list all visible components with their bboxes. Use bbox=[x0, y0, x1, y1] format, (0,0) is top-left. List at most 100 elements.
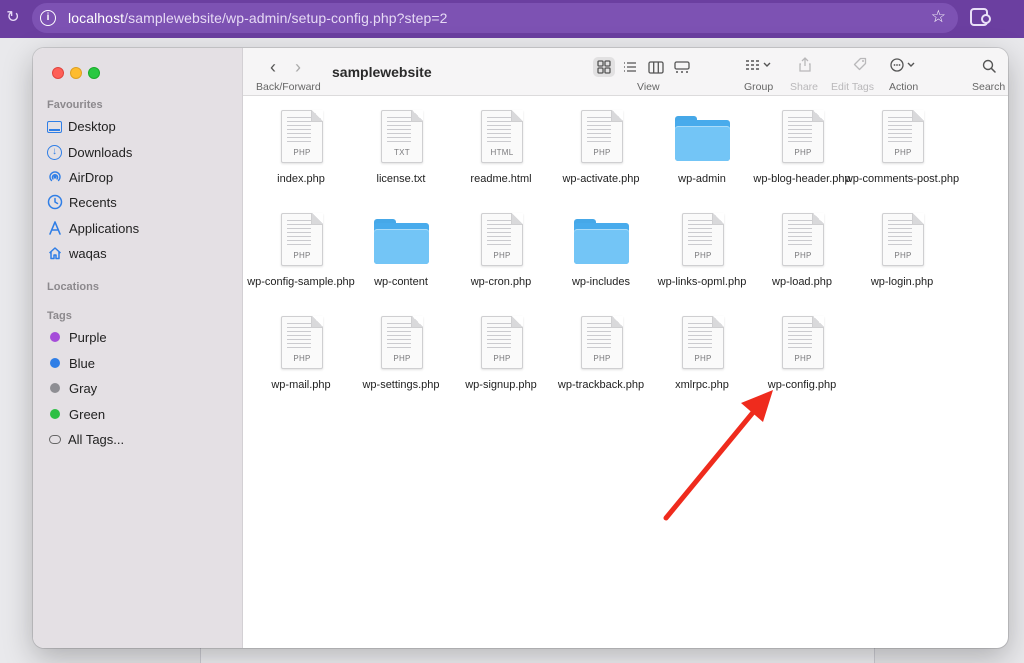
all-tags-icon bbox=[49, 434, 61, 444]
file-item[interactable]: TXT license.txt bbox=[351, 96, 451, 196]
list-view-icon[interactable] bbox=[619, 57, 641, 77]
file-name: wp-load.php bbox=[772, 276, 832, 288]
file-item[interactable]: PHP wp-login.php bbox=[852, 199, 952, 299]
file-item[interactable]: PHP wp-signup.php bbox=[451, 302, 551, 402]
action-icon[interactable] bbox=[890, 58, 918, 75]
sidebar-item-label: All Tags... bbox=[68, 431, 125, 447]
tags-heading[interactable]: Tags bbox=[47, 310, 72, 322]
file-item[interactable]: PHP index.php bbox=[251, 96, 351, 196]
file-grid: PHP index.php TXT license.txt HTML readme.htm… bbox=[243, 96, 1008, 648]
file-item[interactable]: PHP wp-mail.php bbox=[251, 302, 351, 402]
file-item[interactable]: PHP wp-links-opml.php bbox=[652, 199, 752, 299]
file-item[interactable]: PHP wp-comments-post.php bbox=[845, 96, 959, 196]
sidebar-tag-purple[interactable]: Purple bbox=[47, 326, 232, 348]
close-button[interactable] bbox=[52, 67, 64, 79]
folder-icon bbox=[675, 116, 730, 161]
back-forward-label: Back/Forward bbox=[256, 81, 321, 93]
document-icon: PHP bbox=[581, 316, 623, 369]
folder-icon bbox=[374, 219, 429, 264]
file-extension: HTML bbox=[490, 148, 514, 157]
document-icon: PHP bbox=[581, 110, 623, 163]
sidebar-item-label: waqas bbox=[69, 245, 107, 261]
document-icon: PHP bbox=[481, 213, 523, 266]
url-path: /samplewebsite/wp-admin/setup-config.php… bbox=[124, 10, 448, 26]
file-item[interactable]: PHP xmlrpc.php bbox=[652, 302, 752, 402]
sidebar-item-desktop[interactable]: Desktop bbox=[47, 115, 232, 137]
document-icon: TXT bbox=[381, 110, 423, 163]
group-label: Group bbox=[744, 81, 774, 93]
reload-icon[interactable]: ↻ bbox=[4, 9, 22, 27]
view-switcher bbox=[593, 57, 693, 77]
file-name: wp-content bbox=[374, 276, 428, 288]
file-name: index.php bbox=[277, 173, 325, 185]
file-name: readme.html bbox=[470, 173, 532, 185]
edit-tags-label: Edit Tags bbox=[831, 81, 874, 93]
minimize-button[interactable] bbox=[70, 67, 82, 79]
sidebar-item-label: Recents bbox=[69, 194, 117, 210]
file-name: xmlrpc.php bbox=[675, 379, 729, 391]
file-name: wp-includes bbox=[571, 276, 631, 288]
file-item[interactable]: PHP wp-trackback.php bbox=[551, 302, 651, 402]
window-title: samplewebsite bbox=[332, 64, 432, 80]
address-bar[interactable]: i localhost/samplewebsite/wp-admin/setup… bbox=[32, 3, 958, 33]
file-item[interactable]: HTML readme.html bbox=[451, 96, 551, 196]
file-item[interactable]: PHP wp-config.php bbox=[752, 302, 852, 402]
gallery-view-icon[interactable] bbox=[671, 57, 693, 77]
forward-chevron-icon[interactable]: › bbox=[295, 57, 301, 78]
action-label: Action bbox=[889, 81, 919, 93]
sidebar-item-label: AirDrop bbox=[69, 169, 114, 185]
sidebar-item-label: Desktop bbox=[68, 118, 116, 134]
document-icon: HTML bbox=[481, 110, 523, 163]
sidebar-tag-gray[interactable]: Gray bbox=[47, 377, 232, 399]
group-icon[interactable] bbox=[745, 58, 771, 74]
locations-heading[interactable]: Locations bbox=[47, 281, 99, 293]
sidebar-all-tags[interactable]: All Tags... bbox=[47, 428, 232, 450]
sidebar-tag-blue[interactable]: Blue bbox=[47, 352, 232, 374]
document-icon: PHP bbox=[882, 213, 924, 266]
file-name: wp-comments-post.php bbox=[844, 173, 960, 185]
sidebar-item-downloads[interactable]: ↓ Downloads bbox=[47, 141, 232, 163]
file-extension: PHP bbox=[794, 354, 812, 363]
extensions-icon[interactable] bbox=[970, 8, 991, 26]
file-extension: PHP bbox=[894, 148, 912, 157]
sidebar-item-recents[interactable]: Recents bbox=[47, 191, 232, 213]
back-chevron-icon[interactable]: ‹ bbox=[270, 57, 276, 78]
sidebar-item-label: Blue bbox=[69, 355, 96, 371]
sidebar-item-airdrop[interactable]: AirDrop bbox=[47, 166, 232, 188]
airdrop-icon bbox=[47, 169, 63, 185]
share-icon[interactable] bbox=[799, 57, 811, 75]
tag-icon[interactable] bbox=[853, 57, 867, 74]
file-name: wp-activate.php bbox=[562, 173, 640, 185]
tag-dot-icon bbox=[50, 358, 60, 368]
search-icon[interactable] bbox=[982, 59, 996, 76]
url-text[interactable]: localhost/samplewebsite/wp-admin/setup-c… bbox=[68, 10, 448, 26]
sidebar: Favourites Desktop ↓ Downloads AirDrop R… bbox=[33, 48, 243, 648]
icon-view-icon[interactable] bbox=[593, 57, 615, 77]
file-extension: PHP bbox=[593, 148, 611, 157]
star-icon[interactable]: ☆ bbox=[931, 7, 946, 27]
document-icon: PHP bbox=[281, 213, 323, 266]
file-extension: PHP bbox=[894, 251, 912, 260]
file-item[interactable]: PHP wp-load.php bbox=[752, 199, 852, 299]
file-item[interactable]: PHP wp-blog-header.php bbox=[752, 96, 852, 196]
file-item[interactable]: wp-content bbox=[351, 199, 451, 299]
tag-dot-icon bbox=[50, 332, 60, 342]
file-extension: PHP bbox=[694, 354, 712, 363]
document-icon: PHP bbox=[481, 316, 523, 369]
file-extension: TXT bbox=[393, 148, 410, 157]
column-view-icon[interactable] bbox=[645, 57, 667, 77]
file-item[interactable]: wp-admin bbox=[652, 96, 752, 196]
sidebar-item-applications[interactable]: Applications bbox=[47, 217, 232, 239]
desktop-icon bbox=[47, 120, 62, 133]
info-icon[interactable]: i bbox=[40, 10, 56, 26]
sidebar-tag-green[interactable]: Green bbox=[47, 403, 232, 425]
file-item[interactable]: PHP wp-settings.php bbox=[351, 302, 451, 402]
file-item[interactable]: PHP wp-cron.php bbox=[451, 199, 551, 299]
file-item[interactable]: wp-includes bbox=[551, 199, 651, 299]
sidebar-item-home[interactable]: waqas bbox=[47, 242, 232, 264]
file-item[interactable]: PHP wp-config-sample.php bbox=[247, 199, 355, 299]
file-item[interactable]: PHP wp-activate.php bbox=[551, 96, 651, 196]
zoom-button[interactable] bbox=[88, 67, 100, 79]
document-icon: PHP bbox=[782, 110, 824, 163]
sidebar-item-label: Applications bbox=[69, 220, 140, 236]
